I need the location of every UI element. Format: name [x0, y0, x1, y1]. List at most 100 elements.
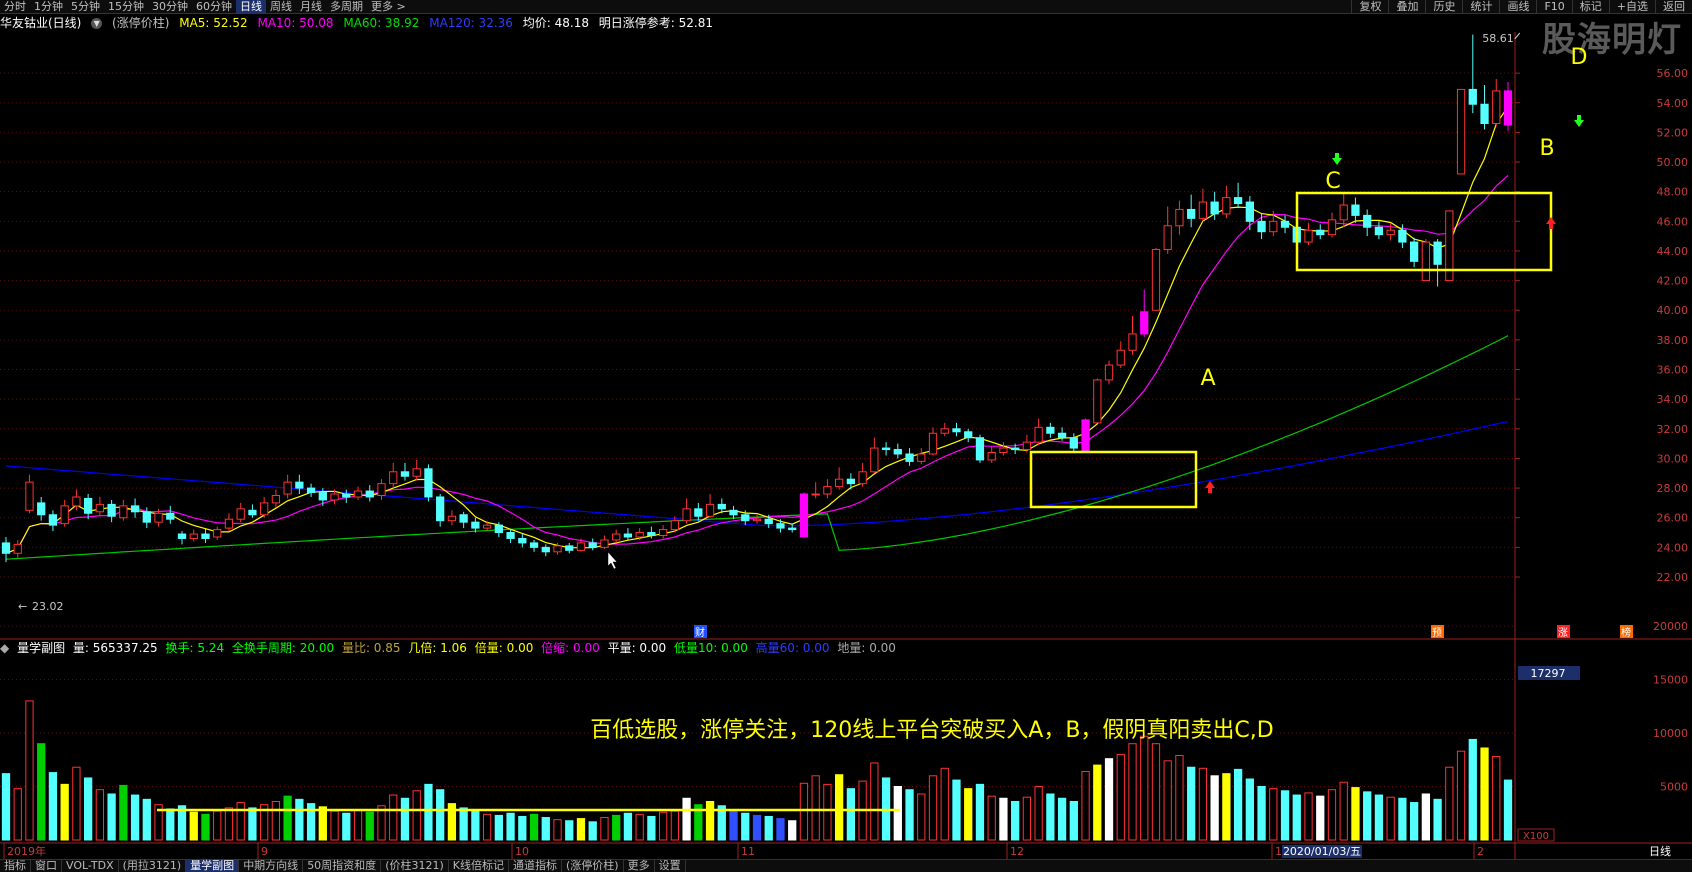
volume-bar — [84, 777, 93, 841]
candle-body — [459, 514, 468, 523]
candle-body — [987, 452, 996, 461]
indicator-tab[interactable]: (用拉3121) — [119, 860, 187, 872]
volume-bar — [518, 815, 527, 841]
candle-body — [37, 502, 46, 516]
indicator-tab[interactable]: 量学副图 — [186, 860, 240, 872]
candle-body — [764, 518, 773, 525]
candle-body — [1128, 333, 1137, 351]
volume-bar — [201, 813, 210, 841]
date-label: 12 — [1010, 845, 1024, 858]
candle-body — [353, 490, 363, 498]
volume-bar — [975, 783, 985, 841]
candle-body — [705, 503, 715, 517]
volume-bar — [436, 789, 445, 841]
volume-bar — [623, 812, 633, 841]
indicator-tab[interactable]: K线倍标记 — [449, 860, 509, 872]
vol-ratio-value: 量比: 0.85 — [341, 641, 401, 655]
volume-bar — [893, 786, 902, 841]
indicator-tab[interactable]: 更多 — [624, 860, 655, 872]
volume-bar — [1374, 794, 1384, 841]
event-marker-label: 榜 — [1621, 626, 1631, 639]
event-marker-label: 预 — [1432, 627, 1442, 639]
candle-body — [1011, 447, 1020, 451]
candle-body — [1421, 241, 1430, 282]
event-marker-label: 财 — [695, 626, 705, 639]
price-tick-label: 50.00 — [1657, 156, 1689, 169]
volume-value: 量: 565337.25 — [72, 641, 158, 655]
candle-body — [365, 490, 374, 498]
candle-body — [166, 512, 175, 520]
candle-body — [330, 493, 339, 501]
volume-bar — [811, 775, 820, 841]
volume-bar — [647, 815, 656, 841]
indicator-tab[interactable]: 设置 — [655, 860, 686, 872]
candle-body — [271, 494, 281, 504]
diliang-value: 地量: 0.00 — [837, 641, 896, 655]
volume-bar — [412, 790, 421, 841]
candle-body — [377, 483, 386, 496]
candle-body — [189, 533, 198, 539]
volume-bar — [72, 766, 81, 841]
volume-bar — [1175, 754, 1184, 841]
candle-body — [576, 542, 586, 551]
indicator-tab[interactable]: VOL-TDX — [62, 860, 119, 872]
candle-body — [447, 515, 457, 522]
indicator-tab[interactable]: 指标 — [0, 860, 31, 872]
indicator-tab[interactable]: 50周指资和度 — [303, 860, 382, 872]
candle-body — [1046, 426, 1055, 434]
dibei-value: 低量10: 0.00 — [673, 641, 748, 655]
candle-body — [881, 447, 891, 451]
volume-bar — [1257, 786, 1266, 841]
candle-body — [635, 532, 644, 538]
candle-body — [1374, 226, 1384, 236]
volume-bar — [776, 818, 785, 841]
volume-bar — [1222, 773, 1231, 841]
gear-icon[interactable]: ◆ — [0, 641, 9, 655]
candle-body — [389, 471, 398, 485]
indicator-tab[interactable]: (涨停价柱) — [562, 860, 624, 872]
volume-bar — [1034, 786, 1043, 841]
volume-bar — [565, 820, 574, 841]
candle-body — [260, 502, 269, 516]
date-label: 2019年 — [7, 844, 46, 858]
candle-body — [623, 533, 633, 538]
ma120-line — [5, 420, 1509, 527]
volume-bar — [952, 779, 961, 841]
volume-bar — [764, 815, 773, 841]
price-tick-label: 28.00 — [1657, 482, 1689, 495]
candle-body — [154, 512, 163, 523]
candle-body — [1492, 90, 1501, 125]
kline-chart[interactable]: 56.00 54.00 52.00 50.00 48.00 46.00 44.00 42.00… — [0, 0, 1692, 871]
volume-bar — [752, 814, 762, 841]
volume-bar — [1386, 796, 1395, 841]
price-tick-label: 42.00 — [1657, 275, 1689, 288]
indicator-tab[interactable]: 通道指标 — [509, 860, 562, 872]
candle-body — [1503, 90, 1513, 126]
candle-body — [717, 503, 726, 510]
volume-bar — [987, 795, 996, 841]
sub-panel-name[interactable]: 量学副图 — [17, 641, 65, 655]
candle-body — [917, 453, 926, 462]
cursor-date: 2020/01/03/五 — [1283, 845, 1361, 858]
volume-bar — [295, 798, 304, 841]
volume-tick-label: 20000 — [1653, 620, 1688, 633]
gaoliang-value: 高量60: 0.00 — [755, 641, 830, 655]
date-label: 11 — [741, 845, 755, 858]
buy-arrow-icon — [1205, 481, 1215, 493]
candle-body — [928, 432, 938, 455]
candle-body — [13, 543, 22, 554]
candle-body — [811, 493, 820, 496]
volume-bar — [788, 820, 797, 841]
candle-body — [658, 529, 668, 537]
volume-bar — [1456, 750, 1466, 841]
volume-bar — [494, 814, 503, 841]
indicator-tab[interactable]: (价柱3121) — [381, 860, 449, 872]
volume-bar — [271, 800, 281, 841]
candle-body — [424, 468, 433, 498]
indicator-tab[interactable]: 窗口 — [31, 860, 62, 872]
volume-bar — [1198, 767, 1208, 841]
volume-bar — [1421, 793, 1430, 841]
label-b: B — [1539, 136, 1554, 161]
indicator-tab[interactable]: 中期方向线 — [239, 860, 304, 872]
volume-bar — [1046, 793, 1055, 841]
